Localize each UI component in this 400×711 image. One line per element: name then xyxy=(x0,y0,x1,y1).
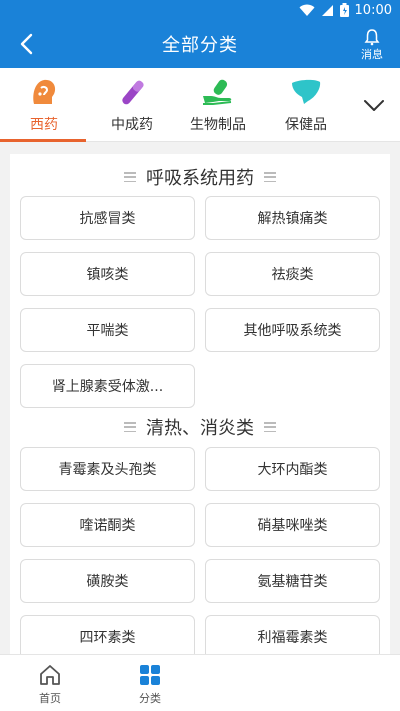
subcategory-item[interactable]: 平喘类 xyxy=(20,308,195,352)
subcategory-item[interactable]: 四环素类 xyxy=(20,615,195,654)
nav-label: 首页 xyxy=(39,692,61,705)
home-icon xyxy=(40,665,60,685)
subcategory-item[interactable]: 磺胺类 xyxy=(20,559,195,603)
wifi-icon xyxy=(299,4,315,16)
subcategory-item[interactable]: 解热镇痛类 xyxy=(205,196,380,240)
subcategory-item[interactable]: 利福霉素类 xyxy=(205,615,380,654)
tab-label: 中成药 xyxy=(111,117,153,133)
head-icon xyxy=(26,74,62,110)
title-decoration xyxy=(124,422,136,432)
app-bar: 全部分类 消息 xyxy=(0,20,400,68)
status-time: 10:00 xyxy=(354,2,392,18)
subcategory-item[interactable]: 祛痰类 xyxy=(205,252,380,296)
pill-icon xyxy=(114,74,150,110)
section-title: 清热、消炎类 xyxy=(10,414,390,440)
tab-chinese-patent-medicine[interactable]: 中成药 xyxy=(90,74,174,140)
nav-category[interactable]: 分类 xyxy=(110,663,190,709)
title-decoration xyxy=(264,422,276,432)
back-arrow-icon xyxy=(20,33,33,55)
tab-label: 保健品 xyxy=(285,117,327,133)
page-title: 全部分类 xyxy=(162,35,238,56)
tab-western-medicine[interactable]: 西药 xyxy=(2,74,86,140)
nav-home[interactable]: 首页 xyxy=(10,663,90,709)
tab-health-products[interactable]: 保健品 xyxy=(264,74,348,140)
tab-label: 生物制品 xyxy=(190,117,246,133)
tab-biological-products[interactable]: 生物制品 xyxy=(176,74,260,140)
subcategory-item[interactable]: 硝基咪唑类 xyxy=(205,503,380,547)
category-grid-icon xyxy=(140,665,160,685)
subcategory-item[interactable]: 大环内酯类 xyxy=(205,447,380,491)
status-bar: 10:00 xyxy=(0,0,400,20)
liver-icon xyxy=(288,74,324,110)
subcategory-item[interactable]: 其他呼吸系统类 xyxy=(205,308,380,352)
signal-icon xyxy=(321,4,333,16)
subcategory-item[interactable]: 肾上腺素受体激... xyxy=(20,364,195,408)
subcategory-item[interactable]: 青霉素及头孢类 xyxy=(20,447,195,491)
subcategory-item[interactable]: 氨基糖苷类 xyxy=(205,559,380,603)
hand-medicine-icon xyxy=(200,74,236,110)
subcategory-item[interactable]: 喹诺酮类 xyxy=(20,503,195,547)
message-button[interactable]: 消息 xyxy=(354,24,390,66)
tab-label: 西药 xyxy=(30,117,58,133)
expand-categories-button[interactable] xyxy=(362,93,386,117)
battery-icon xyxy=(339,3,349,17)
title-decoration xyxy=(264,172,276,182)
category-content[interactable]: 呼吸系统用药 抗感冒类 解热镇痛类 镇咳类 祛痰类 平喘类 其他呼吸系统类 肾上… xyxy=(10,154,390,654)
subcategory-item[interactable]: 抗感冒类 xyxy=(20,196,195,240)
bottom-navigation: 首页 分类 xyxy=(0,654,400,711)
section-title: 呼吸系统用药 xyxy=(10,164,390,190)
bell-icon xyxy=(364,29,380,46)
back-button[interactable] xyxy=(10,28,42,60)
title-decoration xyxy=(124,172,136,182)
category-tabs: 西药 中成药 生物制品 保健品 xyxy=(0,68,400,142)
active-tab-indicator xyxy=(0,139,86,142)
message-label: 消息 xyxy=(361,48,383,61)
nav-label: 分类 xyxy=(139,692,161,705)
chevron-down-icon xyxy=(364,100,384,111)
subcategory-item[interactable]: 镇咳类 xyxy=(20,252,195,296)
